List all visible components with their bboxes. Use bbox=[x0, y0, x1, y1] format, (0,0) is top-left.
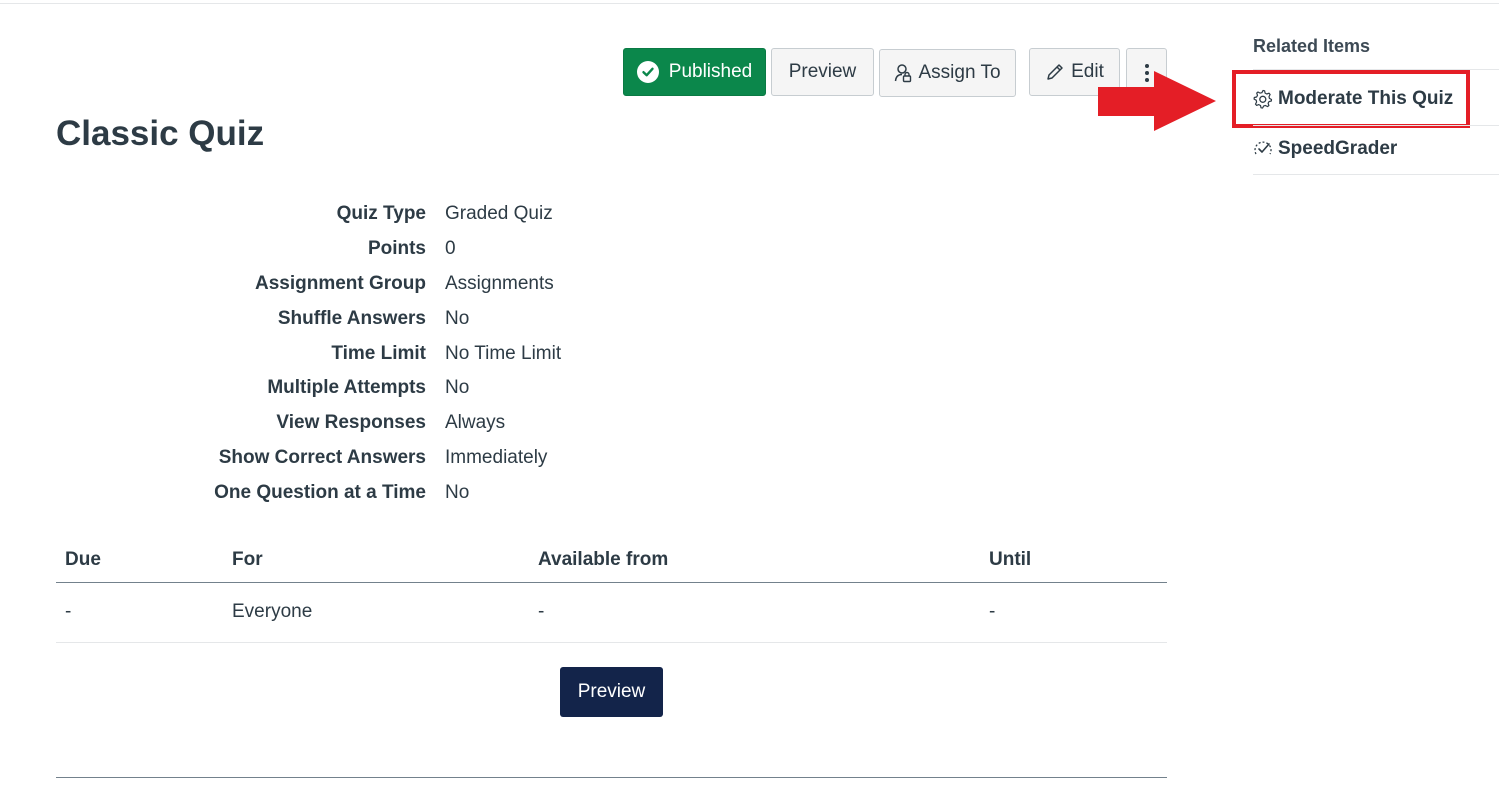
content-divider bbox=[56, 777, 1167, 778]
speedgrader-label: SpeedGrader bbox=[1278, 138, 1398, 159]
detail-row: Assignment Group Assignments bbox=[0, 267, 700, 302]
detail-value: No bbox=[445, 377, 470, 399]
table-row: - Everyone - - bbox=[56, 582, 1167, 643]
related-items-heading: Related Items bbox=[1253, 36, 1371, 56]
page-title: Classic Quiz bbox=[56, 114, 265, 153]
table-cell-for: Everyone bbox=[223, 582, 529, 643]
detail-row: View Responses Always bbox=[0, 406, 700, 441]
annotation-arrow-icon bbox=[1098, 71, 1216, 131]
detail-row: Time Limit No Time Limit bbox=[0, 336, 700, 371]
annotation-highlight-box bbox=[1232, 70, 1470, 128]
detail-label: Show Correct Answers bbox=[218, 446, 426, 468]
table-cell-due: - bbox=[56, 582, 223, 643]
detail-value: No bbox=[445, 307, 470, 329]
quiz-toolbar: Published Preview Assign To Edit bbox=[623, 48, 1167, 98]
check-circle-icon bbox=[636, 61, 659, 83]
speedgrader-link[interactable]: SpeedGrader bbox=[1253, 138, 1397, 160]
top-border bbox=[0, 3, 1499, 4]
table-header-row: Due For Available from Until bbox=[56, 538, 1167, 583]
detail-row: Shuffle Answers No bbox=[0, 301, 700, 336]
pencil-icon bbox=[1045, 62, 1065, 82]
detail-value: No bbox=[445, 481, 470, 503]
column-header-available-from: Available from bbox=[529, 538, 980, 583]
detail-label: Shuffle Answers bbox=[277, 307, 426, 329]
assign-to-button[interactable]: Assign To bbox=[879, 49, 1016, 97]
user-lock-icon bbox=[894, 63, 912, 83]
detail-value: No Time Limit bbox=[445, 342, 562, 364]
detail-row: Quiz Type Graded Quiz bbox=[0, 197, 700, 232]
detail-value: Graded Quiz bbox=[445, 203, 553, 225]
detail-row: One Question at a Time No bbox=[0, 475, 700, 510]
column-header-until: Until bbox=[980, 538, 1167, 583]
column-header-due: Due bbox=[56, 538, 223, 583]
published-label: Published bbox=[668, 61, 753, 82]
sidebar-divider bbox=[1253, 174, 1499, 175]
preview-top-label: Preview bbox=[788, 61, 857, 82]
preview-button[interactable]: Preview bbox=[560, 667, 663, 717]
detail-row: Points 0 bbox=[0, 232, 700, 267]
due-dates-table: Due For Available from Until - Everyone … bbox=[56, 538, 1167, 643]
detail-value: Assignments bbox=[445, 272, 554, 294]
detail-value: Immediately bbox=[445, 446, 548, 468]
published-button[interactable]: Published bbox=[623, 48, 766, 96]
preview-top-button[interactable]: Preview bbox=[771, 48, 874, 96]
detail-label: View Responses bbox=[276, 412, 426, 434]
detail-value: Always bbox=[445, 412, 506, 434]
detail-value: 0 bbox=[445, 238, 456, 260]
detail-row: Multiple Attempts No bbox=[0, 371, 700, 406]
speedgrader-icon bbox=[1253, 139, 1273, 159]
detail-label: Assignment Group bbox=[254, 272, 426, 294]
preview-label: Preview bbox=[577, 681, 646, 702]
sidebar-divider bbox=[1253, 125, 1499, 126]
table-cell-available-from: - bbox=[529, 582, 980, 643]
detail-label: Quiz Type bbox=[336, 203, 426, 225]
detail-label: Multiple Attempts bbox=[267, 377, 426, 399]
detail-label: One Question at a Time bbox=[214, 481, 426, 503]
detail-label: Time Limit bbox=[331, 342, 426, 364]
column-header-for: For bbox=[223, 538, 529, 583]
assign-to-label: Assign To bbox=[918, 62, 1001, 83]
detail-label: Points bbox=[367, 238, 426, 260]
quiz-details: Quiz Type Graded Quiz Points 0 Assignmen… bbox=[0, 197, 700, 510]
detail-row: Show Correct Answers Immediately bbox=[0, 441, 700, 476]
table-cell-until: - bbox=[980, 582, 1167, 643]
